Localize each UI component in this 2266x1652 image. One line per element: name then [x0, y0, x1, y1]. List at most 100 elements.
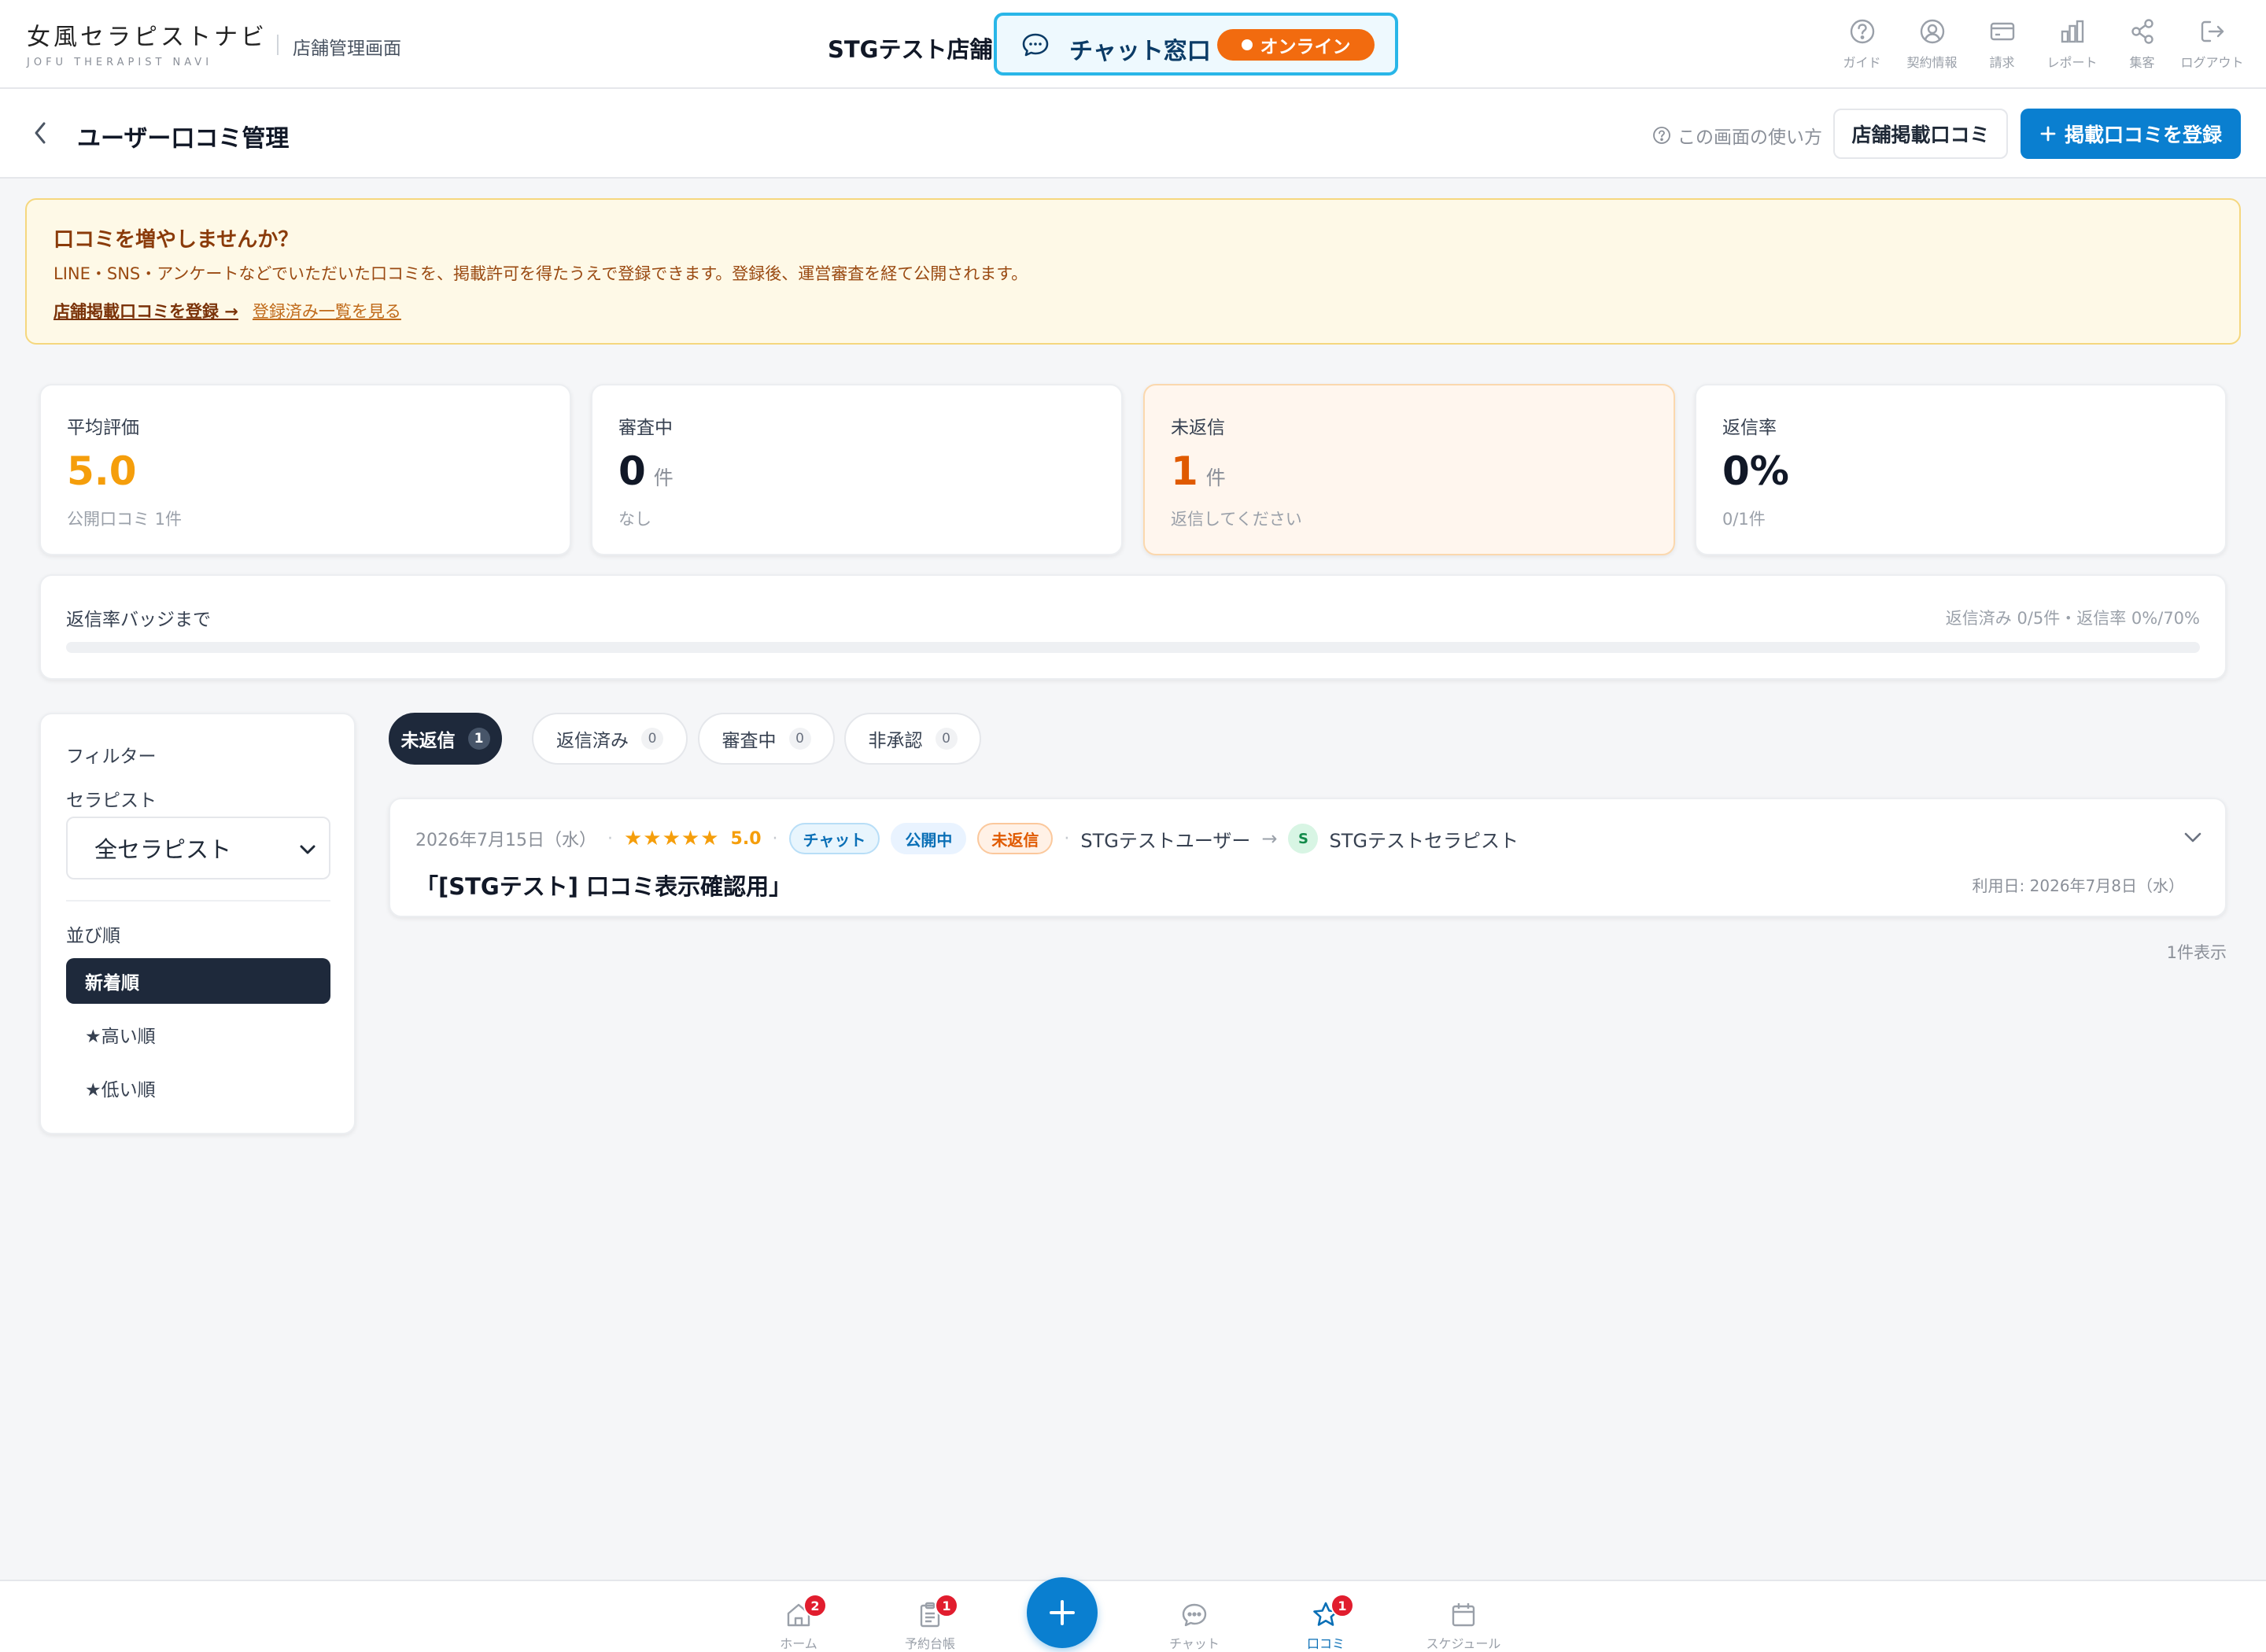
nav-guide[interactable]: ガイド [1827, 17, 1897, 71]
store-reviews-button[interactable]: 店舗掲載口コミ [1833, 109, 2008, 159]
increase-reviews-notice: 口コミを増やしませんか？ LINE・SNS・アンケートなどでいただいた口コミを、… [25, 198, 2241, 345]
online-status-badge: オンライン [1217, 29, 1375, 61]
online-dot-icon [1241, 39, 1253, 50]
filter-panel: フィルター セラピスト 全セラピスト 並び順 新着順 ★高い順 ★低い順 [39, 713, 356, 1134]
review-use-date: 利用日: 2026年7月8日（水） [1972, 876, 2184, 895]
review-date: 2026年7月15日（水） [415, 831, 596, 850]
sort-option-rating-low[interactable]: ★低い順 [66, 1065, 330, 1111]
separator-dot: · [1064, 828, 1070, 849]
notification-badge: 1 [1330, 1594, 1354, 1617]
chevron-down-icon[interactable] [2183, 831, 2203, 845]
nav-marketing-label: 集客 [2129, 55, 2155, 70]
review-card[interactable]: 2026年7月15日（水） · ★★★★★ 5.0 · チャット 公開中 未返信… [389, 798, 2227, 917]
header-nav: ガイド 契約情報 請求 レポート 集客 ログアウト [1827, 17, 2247, 71]
stat-unit: 件 [1205, 466, 1226, 489]
add-fab-button[interactable] [1027, 1577, 1098, 1648]
bottom-nav-label: スケジュール [1426, 1636, 1501, 1651]
notice-links: 店舗掲載口コミを登録 → 登録済み一覧を見る [54, 299, 401, 323]
nav-contract[interactable]: 契約情報 [1897, 17, 1967, 71]
chevron-down-icon [300, 845, 316, 854]
therapist-filter-label: セラピスト [66, 791, 157, 811]
badge-progress-summary: 返信済み 0/5件・返信率 0%/70% [1945, 609, 2200, 628]
rating-score: 5.0 [730, 828, 762, 849]
chat-bubble-icon [1182, 1603, 1207, 1627]
bar-chart-icon [2061, 20, 2083, 43]
sort-option-rating-high[interactable]: ★高い順 [66, 1012, 330, 1057]
tab-count-badge: 0 [935, 728, 958, 750]
help-link-label: この画面の使い方 [1677, 127, 1822, 148]
therapist-avatar: S [1288, 824, 1319, 854]
bottom-nav-chat[interactable]: チャット [1147, 1600, 1242, 1652]
register-review-label: 掲載口コミを登録 [2064, 124, 2222, 146]
filter-divider [66, 900, 330, 902]
bottom-nav-home[interactable]: ホーム 2 [751, 1594, 846, 1652]
separator-dot: · [772, 828, 778, 849]
therapist-name: STGテストセラピスト [1329, 829, 1519, 852]
arrow-right-icon: → [1261, 828, 1278, 850]
tab-unreplied[interactable]: 未返信 1 [389, 713, 502, 765]
nav-report-label: レポート [2046, 55, 2098, 70]
chat-window-button[interactable]: チャット窓口 オンライン [994, 13, 1398, 76]
notice-title: 口コミを増やしませんか？ [54, 228, 299, 252]
badge-progress-label: 返信率バッジまで [66, 610, 211, 630]
stat-label: 返信率 [1722, 418, 1777, 438]
tab-under-review[interactable]: 審査中 0 [698, 713, 835, 765]
progress-bar [66, 642, 2200, 653]
calendar-icon [1452, 1603, 1475, 1627]
stat-under-review: 審査中 0 件 なし [591, 384, 1123, 555]
reply-badge-progress: 返信率バッジまで 返信済み 0/5件・返信率 0%/70% [39, 574, 2227, 680]
bottom-nav-label: ホーム [780, 1636, 817, 1651]
nav-billing[interactable]: 請求 [1967, 17, 2037, 71]
back-arrow-icon[interactable] [28, 119, 54, 147]
registered-list-link[interactable]: 登録済み一覧を見る [253, 299, 401, 323]
help-circle-icon [1850, 19, 1874, 44]
therapist-select-value: 全セラピスト [94, 836, 232, 863]
nav-logout-label: ログアウト [2180, 55, 2244, 70]
register-store-review-link[interactable]: 店舗掲載口コミを登録 → [54, 299, 238, 323]
bottom-nav-label: 予約台帳 [904, 1636, 955, 1651]
site-logo[interactable]: 女風セラピストナビ JOFU THERAPIST NAVI [27, 17, 268, 68]
help-link[interactable]: この画面の使い方 [1652, 122, 1822, 149]
chat-bubble-icon [1022, 33, 1049, 57]
bottom-nav-label: チャット [1169, 1636, 1220, 1651]
sort-option-newest[interactable]: 新着順 [66, 958, 330, 1004]
tab-label: 審査中 [722, 731, 777, 751]
credit-card-icon [1990, 22, 2014, 41]
question-circle-icon [1653, 127, 1670, 144]
tab-replied[interactable]: 返信済み 0 [532, 713, 688, 765]
nav-contract-label: 契約情報 [1906, 55, 1958, 70]
tab-count-badge: 0 [788, 728, 811, 750]
stat-value: 0% [1722, 448, 1789, 494]
logo-sub-text: JOFU THERAPIST NAVI [27, 57, 213, 68]
tab-count-badge: 0 [641, 728, 663, 750]
stat-number: 0% [1722, 448, 1789, 494]
stat-unreplied: 未返信 1 件 返信してください [1143, 384, 1675, 555]
nav-report[interactable]: レポート [2037, 17, 2107, 71]
bottom-nav-schedule[interactable]: スケジュール [1416, 1600, 1511, 1652]
tab-count-badge: 1 [467, 728, 490, 750]
channel-badge: チャット [788, 823, 880, 854]
bottom-nav-reservations[interactable]: 予約台帳 1 [883, 1594, 977, 1652]
stat-label: 未返信 [1171, 418, 1225, 438]
stat-value: 5.0 [67, 448, 137, 494]
page-header: ユーザー口コミ管理 この画面の使い方 店舗掲載口コミ 掲載口コミを登録 [0, 89, 2266, 179]
tab-rejected[interactable]: 非承認 0 [844, 713, 981, 765]
notification-badge: 2 [803, 1594, 827, 1617]
sort-label: 並び順 [66, 926, 120, 946]
nav-marketing[interactable]: 集客 [2107, 17, 2177, 71]
logo-divider [277, 35, 279, 55]
nav-logout[interactable]: ログアウト [2177, 17, 2247, 71]
top-bar: 女風セラピストナビ JOFU THERAPIST NAVI 店舗管理画面 STG… [0, 0, 2266, 89]
separator-dot: · [607, 828, 613, 849]
nav-guide-label: ガイド [1843, 55, 1881, 70]
stat-number: 0 [618, 448, 646, 494]
admin-label: 店舗管理画面 [293, 39, 401, 59]
stat-label: 審査中 [618, 418, 673, 438]
review-user-name: STGテストユーザー [1080, 829, 1251, 852]
register-review-button[interactable]: 掲載口コミを登録 [2021, 109, 2241, 159]
bottom-nav-label: 口コミ [1306, 1636, 1345, 1651]
therapist-select[interactable]: 全セラピスト [66, 817, 330, 879]
rating-stars: ★★★★★ [623, 827, 720, 850]
bottom-nav-reviews[interactable]: 口コミ 1 [1279, 1594, 1373, 1652]
notice-body: LINE・SNS・アンケートなどでいただいた口コミを、掲載許可を得たうえで登録で… [54, 264, 1028, 283]
